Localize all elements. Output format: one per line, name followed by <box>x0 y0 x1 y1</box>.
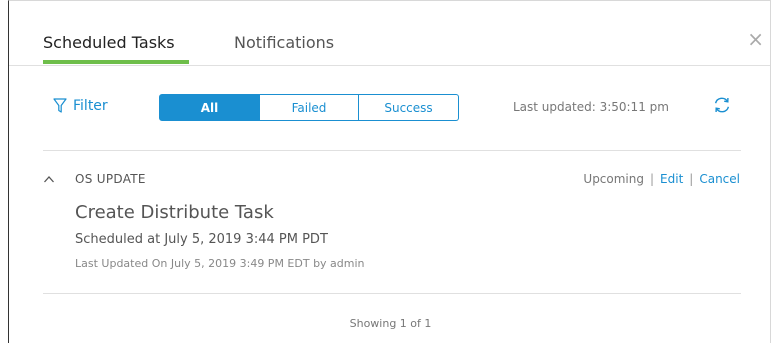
segment-success[interactable]: Success <box>359 94 459 121</box>
scheduled-tasks-panel: Scheduled Tasks Notifications × Filter A… <box>8 0 771 343</box>
task-category: OS UPDATE <box>75 172 146 186</box>
tab-notifications[interactable]: Notifications <box>234 33 334 52</box>
filter-label: Filter <box>73 98 108 114</box>
close-icon[interactable]: × <box>747 29 764 49</box>
divider <box>43 150 741 151</box>
segment-failed[interactable]: Failed <box>260 94 359 121</box>
separator: | <box>689 172 694 186</box>
task-last-updated-on: Last Updated On July 5, 2019 3:49 PM EDT… <box>75 257 365 270</box>
filter-icon <box>53 98 67 113</box>
edit-link[interactable]: Edit <box>660 172 683 186</box>
task-name: Create Distribute Task <box>75 202 274 223</box>
pagination-count: Showing 1 of 1 <box>349 317 432 330</box>
divider <box>43 293 741 294</box>
task-status-actions: Upcoming | Edit | Cancel <box>583 172 740 186</box>
refresh-icon[interactable] <box>712 95 732 115</box>
tab-bar: Scheduled Tasks Notifications × <box>9 1 770 66</box>
active-tab-indicator <box>43 60 189 64</box>
task-scheduled-at: Scheduled at July 5, 2019 3:44 PM PDT <box>75 232 328 247</box>
last-updated-text: Last updated: 3:50:11 pm <box>513 100 669 114</box>
segment-all[interactable]: All <box>159 94 260 121</box>
cancel-link[interactable]: Cancel <box>699 172 740 186</box>
filter-button[interactable]: Filter <box>53 98 108 114</box>
status-segmented-control: All Failed Success <box>159 94 459 121</box>
task-status: Upcoming <box>583 172 644 186</box>
tab-scheduled-tasks[interactable]: Scheduled Tasks <box>43 33 175 52</box>
separator: | <box>650 172 655 186</box>
chevron-up-icon[interactable] <box>43 174 55 184</box>
